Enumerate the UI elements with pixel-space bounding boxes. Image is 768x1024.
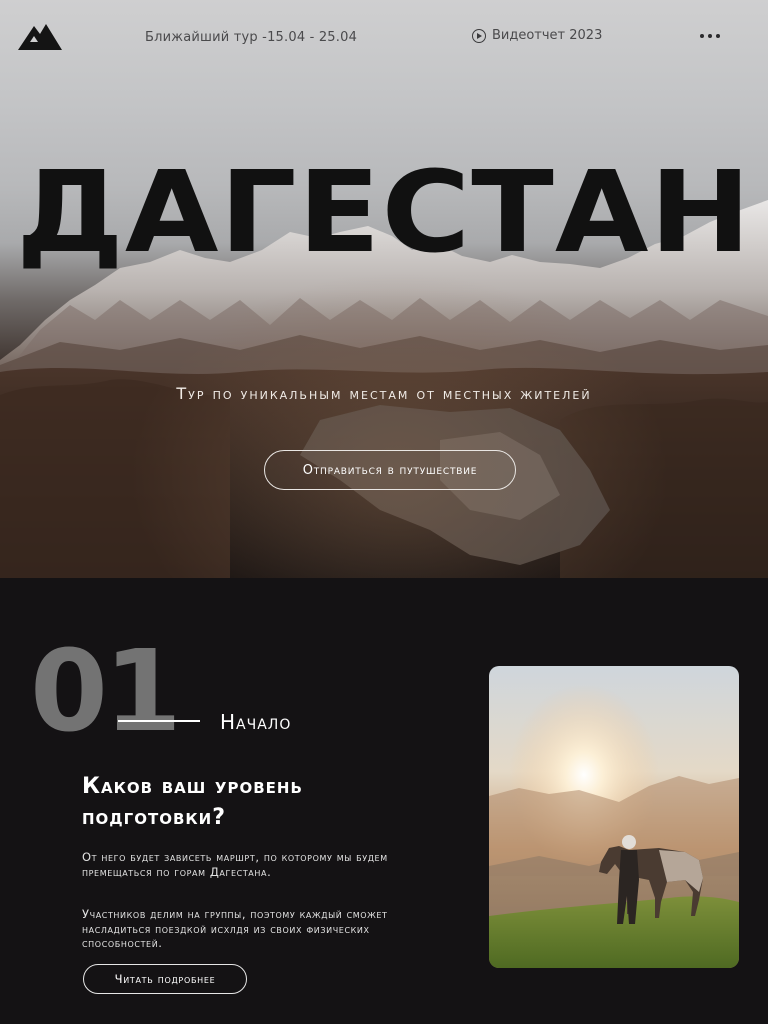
nearest-tour-dates: Ближайший тур -15.04 - 25.04 [145, 30, 358, 45]
start-journey-button[interactable]: Отправиться в путушествие [264, 450, 516, 490]
step-divider [118, 720, 200, 722]
hero-title: ДАГЕСТАН [16, 148, 752, 278]
video-report-label: Видеотчет 2023 [492, 28, 603, 43]
mountain-landscape-image [0, 0, 768, 578]
play-circle-icon [472, 28, 486, 43]
top-navigation: Ближайший тур -15.04 - 25.04 Видеотчет 2… [0, 0, 768, 76]
more-dots-icon[interactable] [700, 34, 720, 38]
hero-subtitle: Тур по уникальным местам от местных жите… [176, 384, 592, 403]
hero-section: Ближайший тур -15.04 - 25.04 Видеотчет 2… [0, 0, 768, 578]
video-report-link[interactable]: Видеотчет 2023 [472, 28, 602, 43]
step-paragraph-2: Участников делим на группы, поэтому кажд… [82, 907, 388, 950]
step-heading: Каков ваш уровень подготовки? [82, 774, 303, 830]
step-paragraph-1: От него будет зависеть маршрт, по которо… [82, 850, 388, 879]
step-label: Начало [220, 710, 292, 734]
step-section: 01 Начало Каков ваш уровень подготовки? … [0, 578, 768, 1024]
horse-sunset-photo [489, 666, 739, 968]
read-more-button[interactable]: Читать подробнее [83, 964, 247, 994]
mountain-logo-icon[interactable] [18, 20, 62, 50]
step-number: 01 [30, 627, 182, 757]
